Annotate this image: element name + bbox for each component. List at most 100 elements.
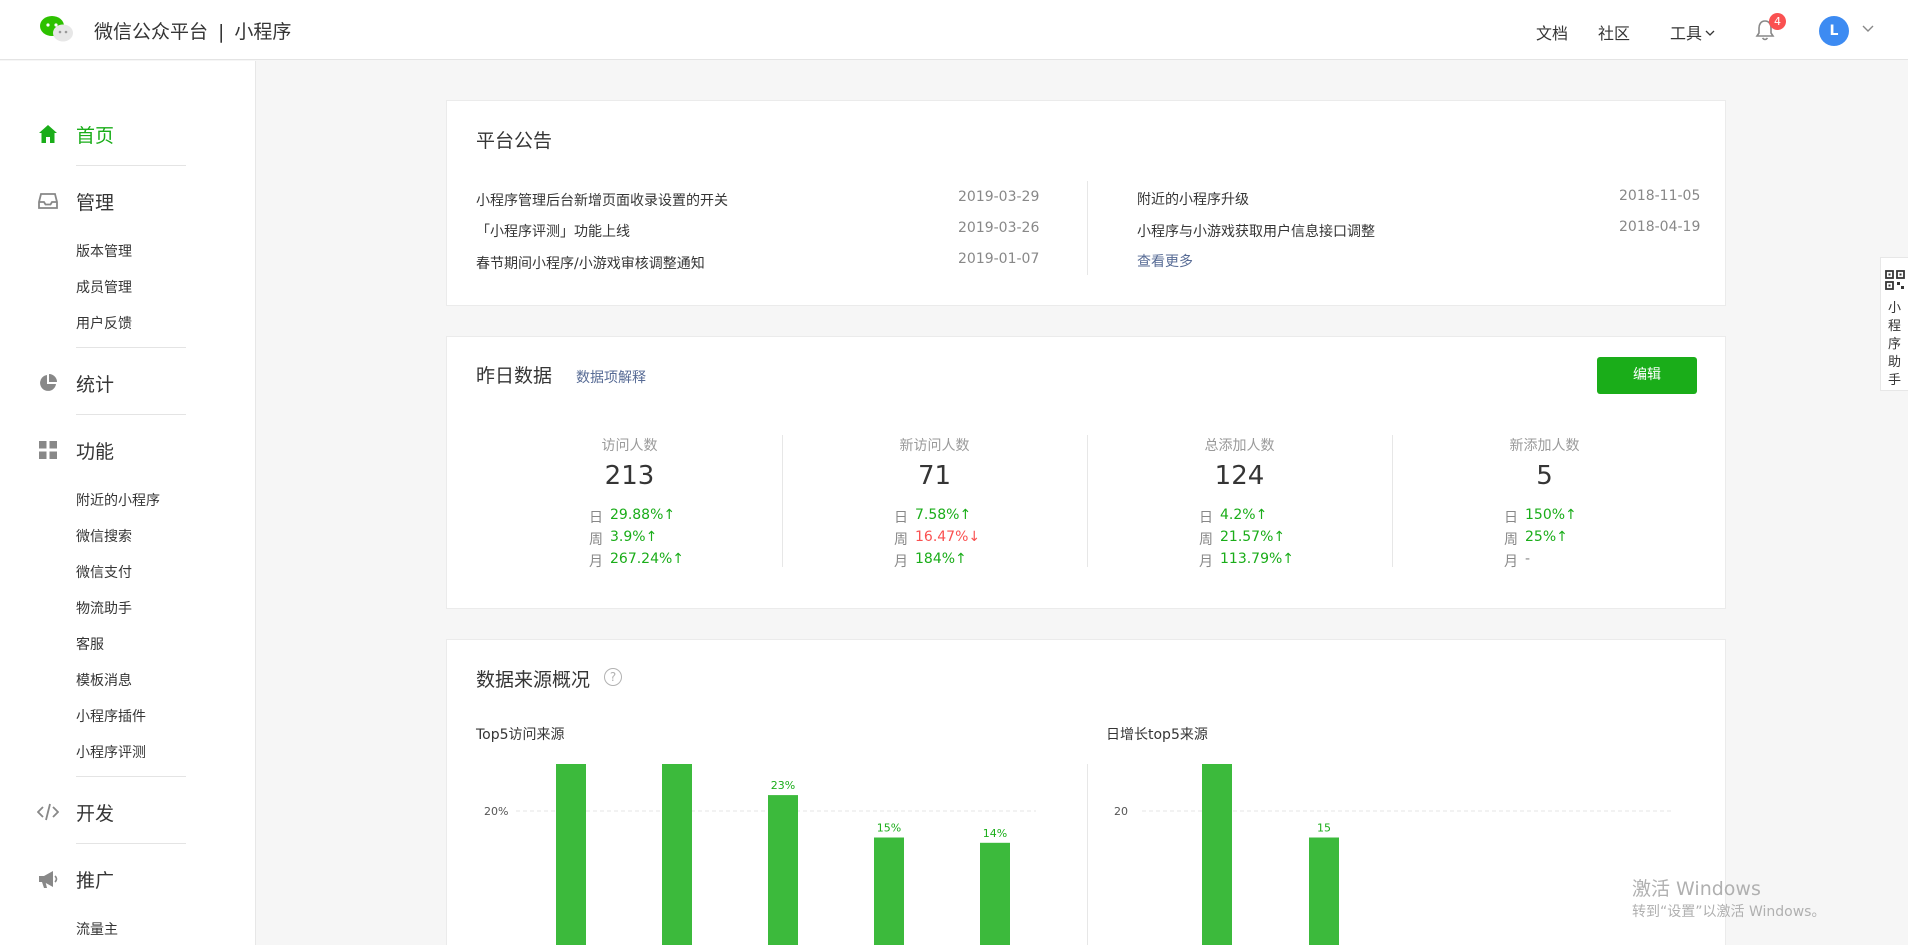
sidebar-item-user-feedback[interactable]: 用户反馈 xyxy=(76,313,132,333)
menu-divider xyxy=(76,414,186,415)
chart-y-tick-label: 30% xyxy=(484,764,508,765)
chart-title-daily-growth: 日增长top5来源 xyxy=(1106,727,1208,743)
see-more-link[interactable]: 查看更多 xyxy=(1137,251,1193,271)
notification-badge: 4 xyxy=(1769,13,1786,30)
sidebar-item-label: 统计 xyxy=(76,373,115,396)
data-explanation-link[interactable]: 数据项解释 xyxy=(576,367,646,387)
grid-icon xyxy=(36,438,60,462)
edit-button[interactable]: 编辑 xyxy=(1597,357,1697,394)
chart-bar-value-label: 15% xyxy=(877,822,901,835)
inbox-icon xyxy=(36,189,60,213)
stat-period: 月 xyxy=(1504,554,1518,570)
code-icon xyxy=(36,800,60,824)
announcement-item[interactable]: 小程序管理后台新增页面收录设置的开关 xyxy=(476,190,728,210)
chart-y-tick-label: 20% xyxy=(484,805,508,818)
stat-value: 71 xyxy=(917,461,952,491)
sidebar-item-evaluation[interactable]: 小程序评测 xyxy=(76,742,146,762)
stat-change: - xyxy=(1525,551,1531,567)
yesterday-title: 昨日数据 xyxy=(476,365,553,387)
announcement-title: 平台公告 xyxy=(476,130,553,152)
brand-name: 微信公众平台 xyxy=(94,21,209,43)
sidebar-item-label: 开发 xyxy=(76,802,115,825)
sidebar-item-customer-service[interactable]: 客服 xyxy=(76,634,104,654)
announcement-item-title[interactable]: 「小程序评测」功能上线 xyxy=(476,224,630,240)
sidebar-item-template-message[interactable]: 模板消息 xyxy=(76,670,132,690)
announcement-item-title[interactable]: 春节期间小程序/小游戏审核调整通知 xyxy=(476,256,705,272)
sidebar-item-manage[interactable]: 管理 xyxy=(36,186,114,216)
sidebar-item-features[interactable]: 功能 xyxy=(36,435,114,465)
stat-value: 124 xyxy=(1214,461,1265,491)
chevron-down-icon[interactable] xyxy=(1860,20,1876,36)
chart-bar xyxy=(980,842,1010,945)
sidebar-item-wechat-pay[interactable]: 微信支付 xyxy=(76,562,132,582)
announcement-item-date: 2019-01-07 xyxy=(958,251,1040,267)
announcement-item[interactable]: 小程序与小游戏获取用户信息接口调整 xyxy=(1137,221,1375,241)
sidebar-item-version-management[interactable]: 版本管理 xyxy=(76,241,132,261)
stat-period: 月 xyxy=(589,554,603,570)
menu-divider xyxy=(76,776,186,777)
stat-period: 周 xyxy=(894,532,908,548)
announcement-item[interactable]: 「小程序评测」功能上线 xyxy=(476,221,630,241)
sidebar-item-plugins[interactable]: 小程序插件 xyxy=(76,706,146,726)
nav-docs-link[interactable]: 文档 xyxy=(1536,20,1568,44)
nav-tools-menu[interactable]: 工具 xyxy=(1670,20,1716,44)
stat-period: 周 xyxy=(1199,532,1213,548)
yesterday-data-card: 昨日数据 数据项解释 编辑 访问人数 213 日 29.88%↑ 周 3.9%↑ 月 267.… xyxy=(446,336,1726,609)
see-more-label[interactable]: 查看更多 xyxy=(1137,254,1193,270)
sidebar-item-label: 管理 xyxy=(76,191,115,214)
stat-label: 新添加人数 xyxy=(1509,438,1580,454)
stat-change: 267.24%↑ xyxy=(610,551,685,567)
sidebar-item-statistics[interactable]: 统计 xyxy=(36,368,114,398)
wechat-logo-icon xyxy=(40,16,73,42)
data-source-title: 数据来源概况 xyxy=(476,669,591,691)
chart-bar xyxy=(1309,837,1339,945)
stat-block: 新添加人数 5 日 150%↑ 周 25%↑ 月 - xyxy=(1392,435,1697,570)
top-header: 微信公众平台 | 小程序 文档 社区 工具 4 L xyxy=(0,0,1908,60)
top5-sources-chart: 40%30%20%31%30%23%15%14% xyxy=(484,764,1036,945)
stat-change: 7.58%↑ xyxy=(915,507,972,523)
stat-change: 3.9%↑ xyxy=(610,529,658,545)
sidebar-item-label: 推广 xyxy=(76,869,115,892)
stat-period: 日 xyxy=(1504,510,1518,526)
chart-bar-value-label: 15 xyxy=(1317,822,1331,835)
nav-community-link[interactable]: 社区 xyxy=(1598,20,1630,44)
stat-change: 25%↑ xyxy=(1525,529,1568,545)
stat-period: 日 xyxy=(894,510,908,526)
stat-block: 总添加人数 124 日 4.2%↑ 周 21.57%↑ 月 113.79%↑ xyxy=(1087,435,1392,570)
sidebar-item-nearby-miniprogram[interactable]: 附近的小程序 xyxy=(76,490,160,510)
sidebar-item-wechat-search[interactable]: 微信搜索 xyxy=(76,526,132,546)
stat-change: 16.47%↓ xyxy=(915,529,981,545)
brand-title: 微信公众平台 | 小程序 xyxy=(94,17,291,44)
stat-divider xyxy=(1087,435,1088,567)
stat-change: 21.57%↑ xyxy=(1220,529,1286,545)
chart-bar xyxy=(768,795,798,945)
chevron-down-icon xyxy=(1705,30,1715,36)
announcement-item-date: 2018-04-19 xyxy=(1619,219,1701,235)
stat-label: 总添加人数 xyxy=(1204,438,1275,454)
user-avatar[interactable]: L xyxy=(1819,16,1849,46)
stat-divider xyxy=(1392,435,1393,567)
announcement-item[interactable]: 春节期间小程序/小游戏审核调整通知 xyxy=(476,253,705,273)
sidebar-item-traffic-owner[interactable]: 流量主 xyxy=(76,919,118,939)
miniprogram-assistant-tab[interactable]: 小程序助手 xyxy=(1880,257,1908,391)
sidebar-item-develop[interactable]: 开发 xyxy=(36,797,114,827)
megaphone-icon xyxy=(36,867,60,891)
help-icon[interactable]: ? xyxy=(604,668,622,686)
announcement-item-title[interactable]: 小程序管理后台新增页面收录设置的开关 xyxy=(476,193,728,209)
stat-change: 113.79%↑ xyxy=(1220,551,1295,567)
announcement-item[interactable]: 附近的小程序升级 xyxy=(1137,189,1249,209)
stat-change: 184%↑ xyxy=(915,551,967,567)
sidebar-item-label: 功能 xyxy=(76,440,115,463)
stat-period: 日 xyxy=(589,510,603,526)
sidebar: 首页 管理 版本管理 成员管理 用户反馈 统计 功能 附近的小程序 微信搜索 微… xyxy=(0,61,256,945)
sidebar-item-logistics[interactable]: 物流助手 xyxy=(76,598,132,618)
sidebar-item-promotion[interactable]: 推广 xyxy=(36,864,114,894)
announcement-item-title[interactable]: 附近的小程序升级 xyxy=(1137,192,1249,208)
menu-divider xyxy=(76,843,186,844)
announcement-item-title[interactable]: 小程序与小游戏获取用户信息接口调整 xyxy=(1137,224,1375,240)
sidebar-item-member-management[interactable]: 成员管理 xyxy=(76,277,132,297)
stat-change: 4.2%↑ xyxy=(1220,507,1268,523)
chart-bar xyxy=(874,837,904,945)
sidebar-item-home[interactable]: 首页 xyxy=(36,119,114,149)
stat-value: 5 xyxy=(1536,461,1553,491)
